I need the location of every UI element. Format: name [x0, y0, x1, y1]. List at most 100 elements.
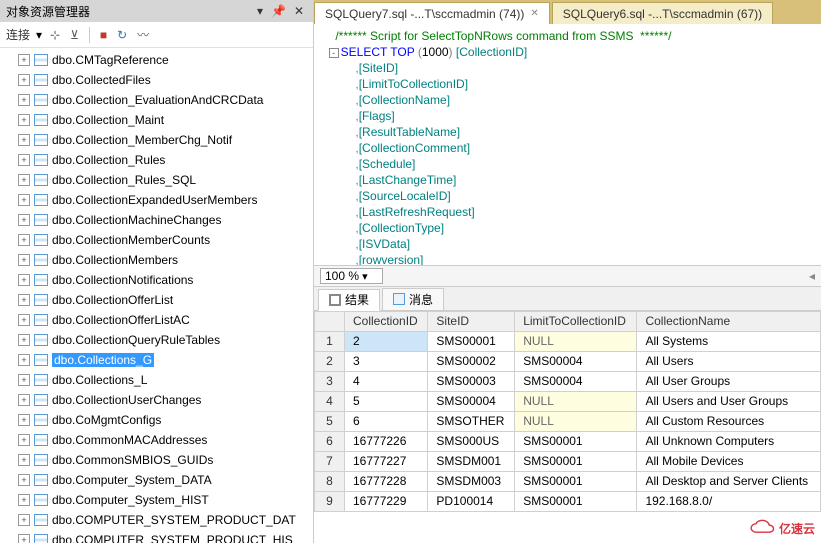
grid-cell[interactable]: 16777227: [345, 451, 428, 471]
grid-cell[interactable]: SMS00001: [428, 331, 515, 351]
tree-node[interactable]: +dbo.CollectionMachineChanges: [0, 210, 313, 230]
expand-icon[interactable]: +: [18, 154, 30, 166]
tree-node[interactable]: +dbo.COMPUTER_SYSTEM_PRODUCT_HIS: [0, 530, 313, 543]
tab-results[interactable]: 结果: [318, 289, 380, 311]
grid-cell[interactable]: 16777226: [345, 431, 428, 451]
expand-icon[interactable]: +: [18, 314, 30, 326]
grid-cell[interactable]: SMS00001: [515, 471, 637, 491]
grid-cell[interactable]: NULL: [515, 411, 637, 431]
tree-node[interactable]: +dbo.Collection_MemberChg_Notif: [0, 130, 313, 150]
grid-cell[interactable]: SMS00004: [515, 371, 637, 391]
expand-icon[interactable]: +: [18, 214, 30, 226]
object-tree[interactable]: +dbo.CMTagReference+dbo.CollectedFiles+d…: [0, 48, 313, 543]
grid-cell[interactable]: SMS00002: [428, 351, 515, 371]
grid-row[interactable]: 616777226SMS000USSMS00001All Unknown Com…: [315, 431, 821, 451]
expand-icon[interactable]: +: [18, 174, 30, 186]
grid-header[interactable]: CollectionID: [345, 311, 428, 331]
tree-node[interactable]: +dbo.CollectionMemberCounts: [0, 230, 313, 250]
panel-dropdown-icon[interactable]: ▾: [254, 4, 266, 18]
grid-rownum[interactable]: 7: [315, 451, 345, 471]
expand-icon[interactable]: +: [18, 134, 30, 146]
expand-icon[interactable]: +: [18, 514, 30, 526]
grid-cell[interactable]: SMSDM003: [428, 471, 515, 491]
tree-node[interactable]: +dbo.CoMgmtConfigs: [0, 410, 313, 430]
grid-cell[interactable]: 6: [345, 411, 428, 431]
grid-cell[interactable]: All User Groups: [637, 371, 821, 391]
close-icon[interactable]: ✕: [530, 8, 538, 19]
tree-node[interactable]: +dbo.Collection_Rules_SQL: [0, 170, 313, 190]
expand-icon[interactable]: +: [18, 334, 30, 346]
grid-row[interactable]: 23SMS00002SMS00004All Users: [315, 351, 821, 371]
tree-node[interactable]: +dbo.Collection_EvaluationAndCRCData: [0, 90, 313, 110]
grid-cell[interactable]: 192.168.8.0/: [637, 491, 821, 511]
grid-cell[interactable]: NULL: [515, 331, 637, 351]
grid-row[interactable]: 45SMS00004NULLAll Users and User Groups: [315, 391, 821, 411]
grid-rownum[interactable]: 6: [315, 431, 345, 451]
expand-icon[interactable]: +: [18, 54, 30, 66]
document-tab[interactable]: SQLQuery7.sql -...T\sccmadmin (74))✕: [314, 2, 550, 24]
grid-cell[interactable]: All Custom Resources: [637, 411, 821, 431]
grid-cell[interactable]: 16777228: [345, 471, 428, 491]
zoom-select[interactable]: 100 % ▾: [320, 268, 383, 284]
tree-node[interactable]: +dbo.CollectedFiles: [0, 70, 313, 90]
tree-node[interactable]: +dbo.CollectionMembers: [0, 250, 313, 270]
sql-editor[interactable]: /****** Script for SelectTopNRows comman…: [314, 24, 821, 265]
grid-cell[interactable]: SMS00001: [515, 431, 637, 451]
grid-row[interactable]: 34SMS00003SMS00004All User Groups: [315, 371, 821, 391]
tree-node[interactable]: +dbo.COMPUTER_SYSTEM_PRODUCT_DAT: [0, 510, 313, 530]
expand-icon[interactable]: +: [18, 114, 30, 126]
filter-cancel-icon[interactable]: ⊻: [68, 28, 81, 42]
panel-close-icon[interactable]: ✕: [291, 4, 307, 18]
grid-cell[interactable]: 4: [345, 371, 428, 391]
tree-node[interactable]: +dbo.Collection_Maint: [0, 110, 313, 130]
tree-node[interactable]: +dbo.CommonMACAddresses: [0, 430, 313, 450]
grid-cell[interactable]: All Mobile Devices: [637, 451, 821, 471]
grid-row[interactable]: 916777229PD100014SMS00001192.168.8.0/: [315, 491, 821, 511]
expand-icon[interactable]: +: [18, 374, 30, 386]
expand-icon[interactable]: +: [18, 534, 30, 543]
tree-node[interactable]: +dbo.Computer_System_DATA: [0, 470, 313, 490]
expand-icon[interactable]: +: [18, 254, 30, 266]
expand-icon[interactable]: +: [18, 434, 30, 446]
tree-node[interactable]: +dbo.CollectionQueryRuleTables: [0, 330, 313, 350]
tree-node[interactable]: +dbo.CollectionExpandedUserMembers: [0, 190, 313, 210]
grid-cell[interactable]: SMSDM001: [428, 451, 515, 471]
grid-cell[interactable]: All Systems: [637, 331, 821, 351]
grid-header[interactable]: SiteID: [428, 311, 515, 331]
grid-cell[interactable]: 2: [345, 331, 428, 351]
grid-rownum[interactable]: 9: [315, 491, 345, 511]
expand-icon[interactable]: +: [18, 274, 30, 286]
grid-cell[interactable]: SMS00001: [515, 491, 637, 511]
tree-node[interactable]: +dbo.CommonSMBIOS_GUIDs: [0, 450, 313, 470]
expand-icon[interactable]: +: [18, 454, 30, 466]
grid-cell[interactable]: SMS00004: [515, 351, 637, 371]
expand-icon[interactable]: +: [18, 294, 30, 306]
connect-dropdown-icon[interactable]: ▾: [36, 28, 42, 42]
grid-rownum[interactable]: 4: [315, 391, 345, 411]
grid-corner[interactable]: [315, 311, 345, 331]
refresh-icon[interactable]: ↻: [115, 28, 129, 42]
grid-rownum[interactable]: 1: [315, 331, 345, 351]
grid-row[interactable]: 816777228SMSDM003SMS00001All Desktop and…: [315, 471, 821, 491]
grid-rownum[interactable]: 5: [315, 411, 345, 431]
grid-cell[interactable]: NULL: [515, 391, 637, 411]
expand-icon[interactable]: +: [18, 194, 30, 206]
activity-icon[interactable]: 〰: [135, 26, 151, 43]
tree-node[interactable]: +dbo.CollectionNotifications: [0, 270, 313, 290]
tree-node[interactable]: +dbo.CMTagReference: [0, 50, 313, 70]
grid-cell[interactable]: SMS00001: [515, 451, 637, 471]
expand-icon[interactable]: +: [18, 474, 30, 486]
tree-node[interactable]: +dbo.CollectionOfferListAC: [0, 310, 313, 330]
expand-icon[interactable]: +: [18, 74, 30, 86]
grid-cell[interactable]: SMS00004: [428, 391, 515, 411]
tree-node[interactable]: +dbo.Collection_Rules: [0, 150, 313, 170]
grid-header[interactable]: LimitToCollectionID: [515, 311, 637, 331]
grid-cell[interactable]: All Users: [637, 351, 821, 371]
grid-row[interactable]: 716777227SMSDM001SMS00001All Mobile Devi…: [315, 451, 821, 471]
connect-label[interactable]: 连接: [6, 26, 30, 43]
grid-row[interactable]: 56SMSOTHERNULLAll Custom Resources: [315, 411, 821, 431]
grid-cell[interactable]: SMSOTHER: [428, 411, 515, 431]
grid-cell[interactable]: All Desktop and Server Clients: [637, 471, 821, 491]
grid-cell[interactable]: SMS00003: [428, 371, 515, 391]
grid-cell[interactable]: All Unknown Computers: [637, 431, 821, 451]
